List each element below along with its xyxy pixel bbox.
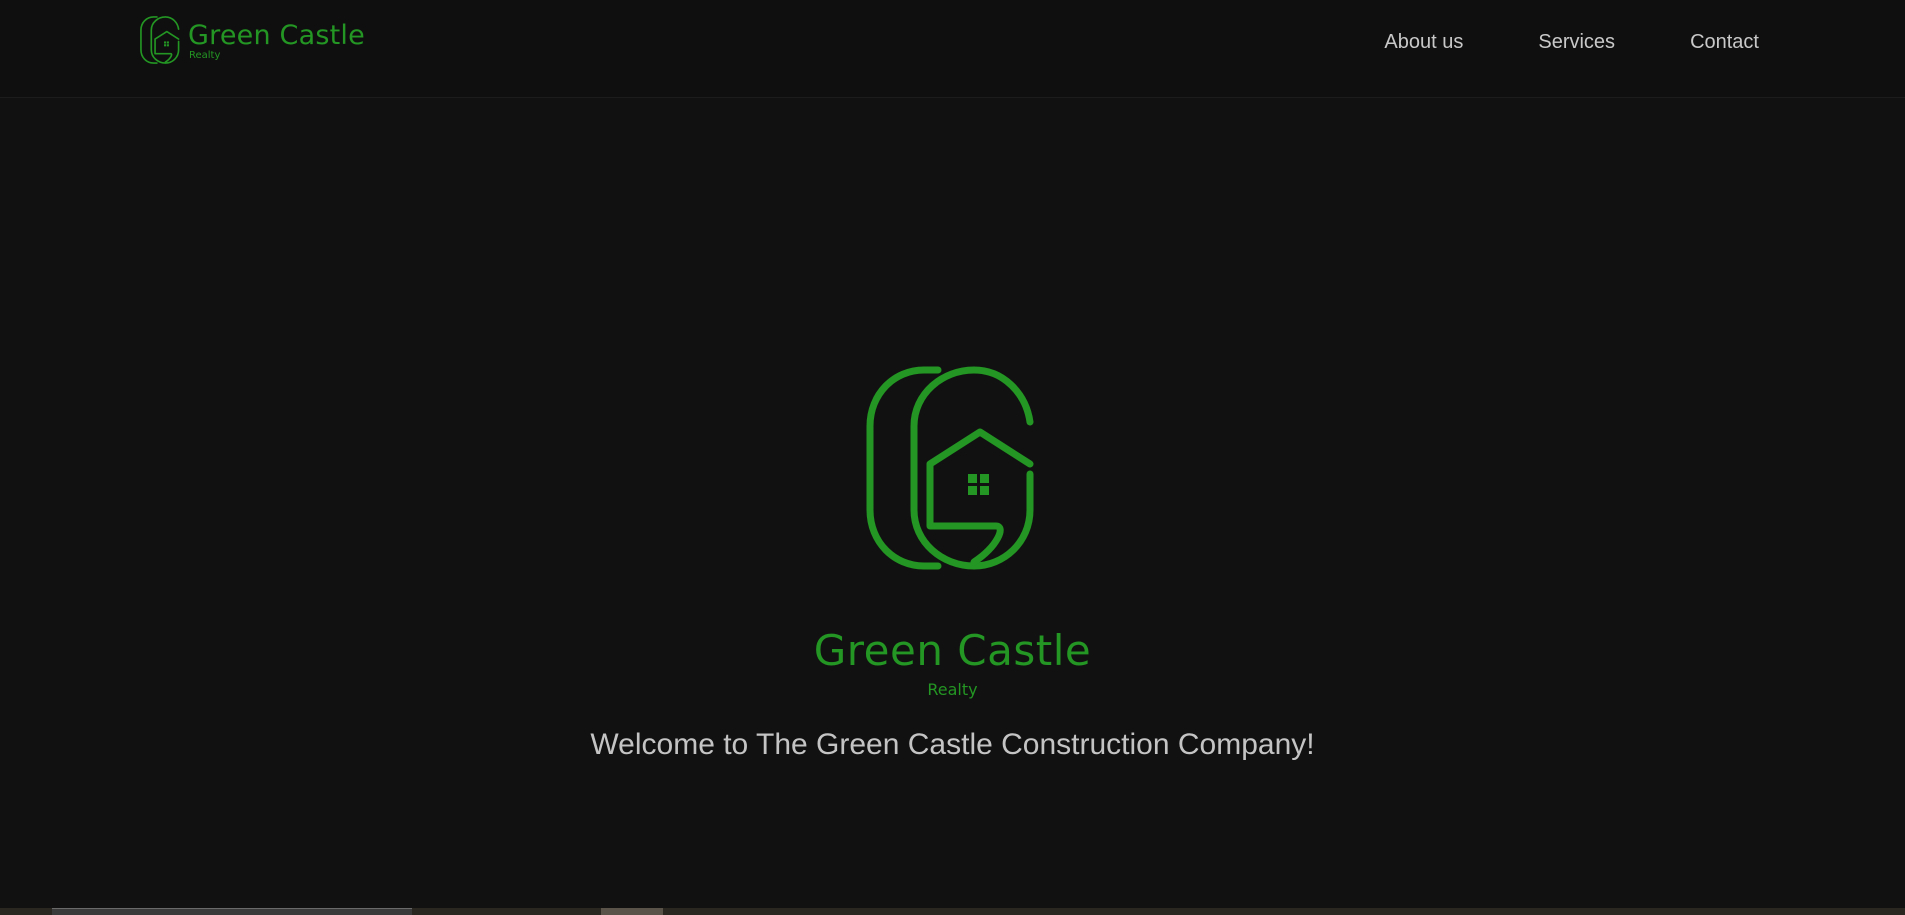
green-castle-logo-icon (140, 16, 180, 64)
green-castle-hero-logo-icon (866, 366, 1034, 570)
brand-name: Green Castle (188, 20, 365, 51)
nav-services[interactable]: Services (1538, 28, 1615, 56)
hero-section: Green Castle Realty Welcome to The Green… (0, 98, 1905, 908)
hero-brand-tagline: Realty (927, 680, 978, 699)
brand-logo-link[interactable]: Green Castle Realty (140, 16, 368, 64)
page: Green Castle Realty About us Services Co… (0, 0, 1905, 915)
hero-brand-name: Green Castle (813, 626, 1092, 675)
site-header: Green Castle Realty About us Services Co… (0, 0, 1905, 98)
nav-contact[interactable]: Contact (1690, 28, 1759, 56)
main-nav: About us Services Contact (1384, 28, 1759, 56)
brand-tagline: Realty (189, 50, 221, 61)
nav-about-us[interactable]: About us (1384, 28, 1463, 56)
next-section-card-edge (52, 908, 412, 915)
brand-text: Green Castle Realty (188, 16, 368, 64)
hero-welcome-text: Welcome to The Green Castle Construction… (590, 728, 1315, 761)
next-section-image-edge (601, 908, 663, 915)
